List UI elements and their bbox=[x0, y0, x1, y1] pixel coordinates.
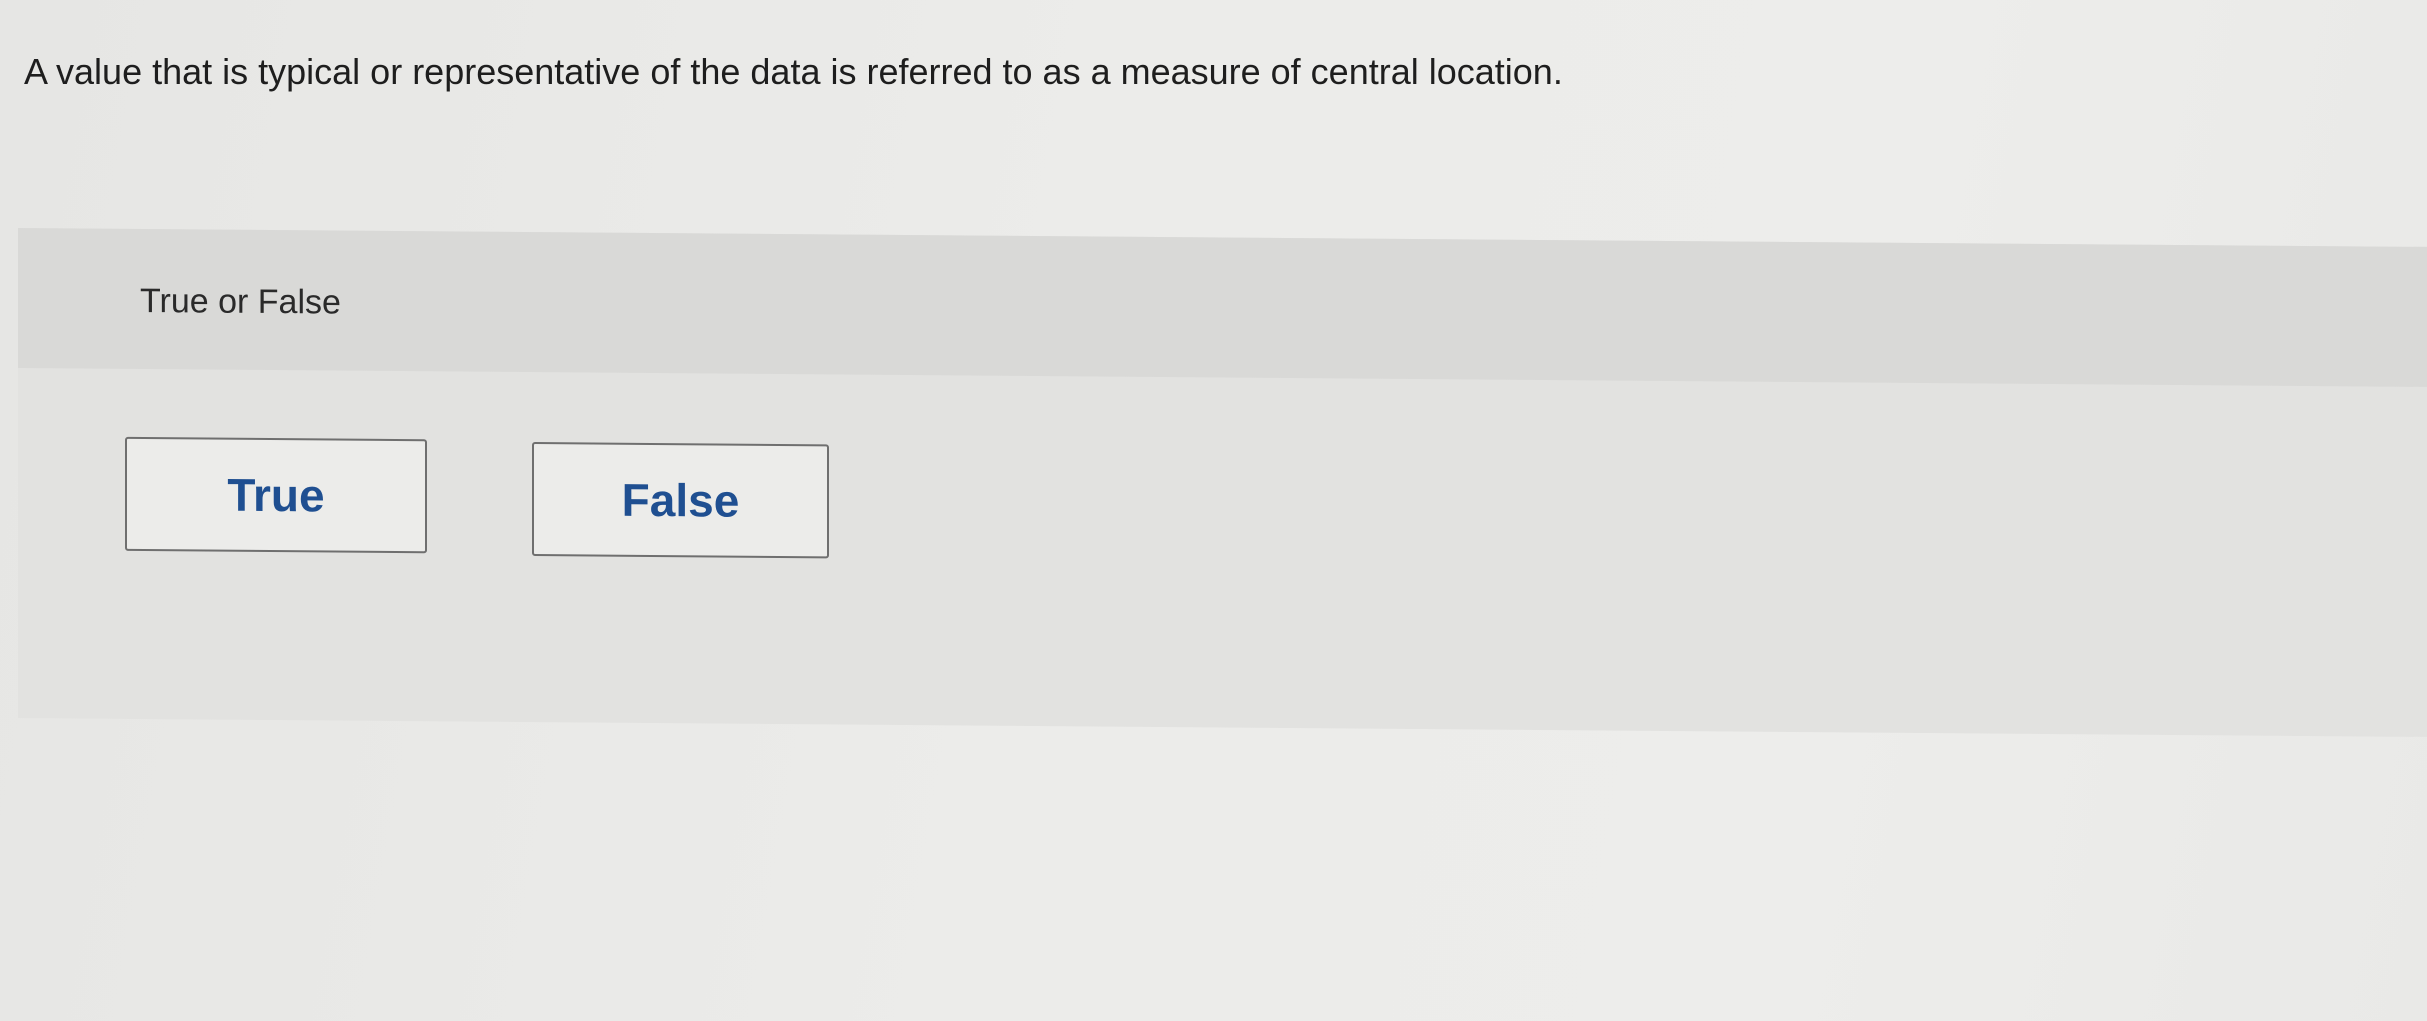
answer-panel-header: True or False bbox=[18, 228, 2427, 387]
question-text: A value that is typical or representativ… bbox=[24, 51, 1563, 92]
true-false-prompt: True or False bbox=[140, 281, 341, 322]
false-button[interactable]: False bbox=[532, 442, 829, 559]
answer-panel: True or False True False bbox=[18, 228, 2427, 737]
true-button[interactable]: True bbox=[125, 436, 427, 554]
